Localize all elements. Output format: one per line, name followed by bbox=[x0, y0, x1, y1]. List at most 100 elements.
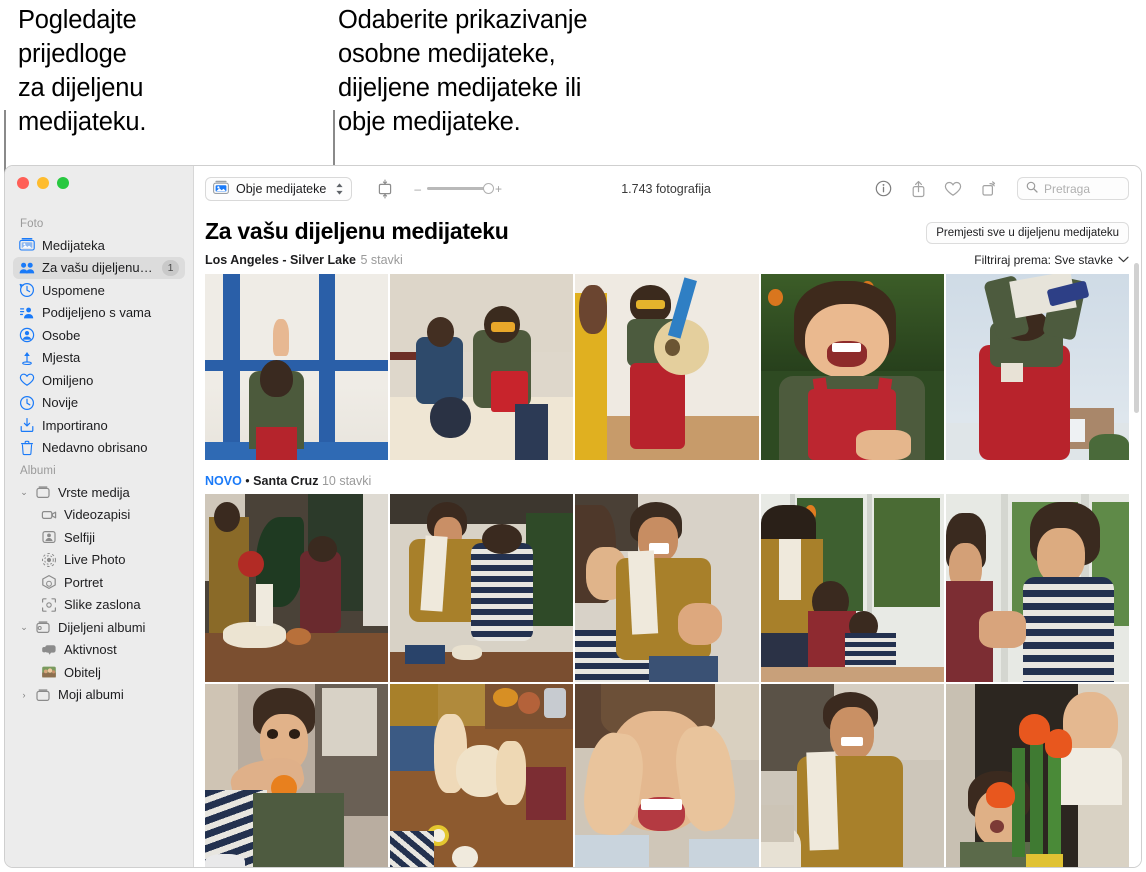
photo-thumbnail[interactable] bbox=[205, 494, 389, 683]
photo-thumbnail[interactable] bbox=[575, 684, 759, 867]
library-scope-popup-button[interactable]: Obje medijateke bbox=[205, 176, 353, 201]
trash-icon bbox=[19, 440, 35, 456]
sidebar-item-label: Osobe bbox=[42, 327, 81, 343]
callout-text-left: Pogledajte prijedloge za dijeljenu medij… bbox=[18, 6, 147, 136]
chevron-up-down-icon bbox=[335, 182, 344, 196]
hands-kneading-dough-on-table bbox=[390, 684, 574, 867]
slider-track[interactable] bbox=[427, 182, 495, 194]
sidebar-section-label: Albumi bbox=[20, 465, 56, 477]
family-thumbnail-icon bbox=[41, 664, 57, 680]
photo-thumbnail[interactable] bbox=[575, 494, 759, 683]
sidebar-item-label: Obitelj bbox=[64, 664, 101, 680]
mother-and-child-baking-by-window bbox=[205, 494, 389, 683]
sidebar-item-slike-zaslona[interactable]: Slike zaslona bbox=[13, 594, 185, 617]
chevron-down-icon[interactable]: ⌄ bbox=[19, 622, 29, 633]
sidebar-item-selfiji[interactable]: Selfiji bbox=[13, 526, 185, 549]
filter-dropdown[interactable]: Filtriraj prema: Sve stavke bbox=[974, 253, 1129, 267]
sidebar-item-dijeljeni-albumi[interactable]: ⌄ Dijeljeni albumi bbox=[13, 616, 185, 639]
sidebar-item-omiljeno[interactable]: Omiljeno bbox=[13, 369, 185, 392]
separator-dot: • bbox=[245, 474, 254, 489]
photo-thumbnail[interactable] bbox=[760, 494, 944, 683]
sidebar-item-portret[interactable]: Portret bbox=[13, 571, 185, 594]
family-by-garden-window bbox=[760, 494, 944, 683]
sidebar-section-label: Foto bbox=[20, 218, 44, 230]
content-scroll-area: Za vašu dijeljenu medijateku Premjesti s… bbox=[194, 211, 1141, 867]
places-pin-icon bbox=[19, 350, 35, 366]
sidebar-item-podijeljeno-s-vama[interactable]: Podijeljeno s vama bbox=[13, 302, 185, 325]
shared-library-people-icon bbox=[19, 260, 35, 276]
section-title-group-1: Los Angeles - Silver Lake 5 stavki bbox=[205, 251, 403, 269]
photo-thumbnail[interactable] bbox=[390, 684, 574, 867]
child-eating-fruit bbox=[205, 684, 389, 867]
photo-thumbnail[interactable] bbox=[575, 274, 759, 461]
photo-thumbnail[interactable] bbox=[390, 274, 574, 461]
toolbar: Obje medijateke – + 1.743 fotografija Pr… bbox=[194, 166, 1141, 211]
chevron-down-icon[interactable]: ⌄ bbox=[19, 487, 29, 498]
photo-thumbnail[interactable] bbox=[945, 274, 1129, 461]
sidebar-item-osobe[interactable]: Osobe bbox=[13, 324, 185, 347]
video-icon bbox=[41, 507, 57, 523]
photo-thumbnail[interactable] bbox=[205, 274, 389, 461]
photo-thumbnail[interactable] bbox=[760, 684, 944, 867]
sidebar-item-mjesta[interactable]: Mjesta bbox=[13, 347, 185, 370]
search-placeholder: Pretraga bbox=[1044, 181, 1091, 196]
heart-icon[interactable] bbox=[940, 177, 966, 201]
shared-album-icon bbox=[35, 619, 51, 635]
sidebar-item-label: Selfiji bbox=[64, 529, 96, 545]
zoom-button[interactable] bbox=[57, 177, 69, 189]
info-icon[interactable] bbox=[870, 177, 896, 201]
sidebar-item-label: Medijateka bbox=[42, 237, 105, 253]
smiling-mother-with-child-foreground bbox=[575, 494, 759, 683]
new-badge-2: NOVO bbox=[205, 474, 242, 489]
aspect-ratio-icon[interactable] bbox=[372, 177, 398, 201]
photo-thumbnail[interactable] bbox=[945, 684, 1129, 867]
sidebar-item-label: Mjesta bbox=[42, 350, 81, 366]
sidebar-item-nedavno-obrisano[interactable]: Nedavno obrisano bbox=[13, 437, 185, 460]
minimize-button[interactable] bbox=[37, 177, 49, 189]
photo-thumbnail[interactable] bbox=[205, 684, 389, 867]
sidebar-item-vrste-medija[interactable]: ⌄ Vrste medija bbox=[13, 481, 185, 504]
shared-with-you-icon bbox=[19, 305, 35, 321]
smiling-woman-with-towel bbox=[760, 684, 944, 867]
photo-thumbnail[interactable] bbox=[945, 494, 1129, 683]
callout-leader-line-right bbox=[333, 110, 335, 168]
sidebar-item-label: Novije bbox=[42, 395, 79, 411]
sidebar-item-aktivnost[interactable]: Aktivnost bbox=[13, 639, 185, 662]
sidebar-item-videozapisi[interactable]: Videozapisi bbox=[13, 504, 185, 527]
sidebar-item-obitelj[interactable]: Obitelj bbox=[13, 661, 185, 684]
section-title-1: Los Angeles - Silver Lake bbox=[205, 253, 356, 267]
chevron-right-icon[interactable]: › bbox=[19, 690, 29, 700]
section-count-2: 10 stavki bbox=[321, 474, 372, 489]
share-icon[interactable] bbox=[905, 177, 931, 201]
sidebar-item-importirano[interactable]: Importirano bbox=[13, 414, 185, 437]
sidebar-item-za-va-u-dijeljenu-medij[interactable]: Za vašu dijeljenu medij... 1 bbox=[13, 256, 185, 279]
sidebar-item-medijateka[interactable]: Medijateka bbox=[13, 234, 185, 257]
search-icon bbox=[1026, 181, 1038, 196]
section-header-row-1: Los Angeles - Silver Lake 5 stavki Filtr… bbox=[205, 252, 1129, 268]
rotate-icon[interactable] bbox=[975, 177, 1001, 201]
move-all-to-shared-library-button[interactable]: Premjesti sve u dijeljenu medijateku bbox=[926, 222, 1129, 244]
vertical-scrollbar[interactable] bbox=[1134, 263, 1139, 413]
sidebar-item-live-photo[interactable]: Live Photo bbox=[13, 549, 185, 572]
sidebar-item-novije[interactable]: Novije bbox=[13, 392, 185, 415]
close-button[interactable] bbox=[17, 177, 29, 189]
photo-grid-section-1 bbox=[205, 274, 1129, 461]
search-field[interactable]: Pretraga bbox=[1017, 177, 1129, 200]
sidebar-item-label: Slike zaslona bbox=[64, 597, 141, 613]
sidebar-item-moji-albumi[interactable]: › Moji albumi bbox=[13, 684, 185, 707]
zoom-in-label[interactable]: + bbox=[495, 182, 502, 196]
slider-knob[interactable] bbox=[483, 182, 495, 194]
zoom-out-label[interactable]: – bbox=[414, 182, 421, 196]
sidebar-item-label: Videozapisi bbox=[64, 507, 131, 523]
heart-icon bbox=[19, 372, 35, 388]
photo-count-label: 1.743 fotografija bbox=[621, 181, 711, 196]
section-count-1: 5 stavki bbox=[360, 253, 403, 267]
sidebar-item-uspomene[interactable]: Uspomene bbox=[13, 279, 185, 302]
page-title: Za vašu dijeljenu medijateku bbox=[205, 218, 509, 244]
two-children-at-window bbox=[945, 494, 1129, 683]
thumbnail-size-slider[interactable]: – + bbox=[414, 182, 502, 196]
screenshot-icon bbox=[41, 597, 57, 613]
photo-thumbnail[interactable] bbox=[390, 494, 574, 683]
photo-thumbnail[interactable] bbox=[760, 274, 944, 461]
toolbar-right-group: Pretraga bbox=[870, 177, 1129, 201]
